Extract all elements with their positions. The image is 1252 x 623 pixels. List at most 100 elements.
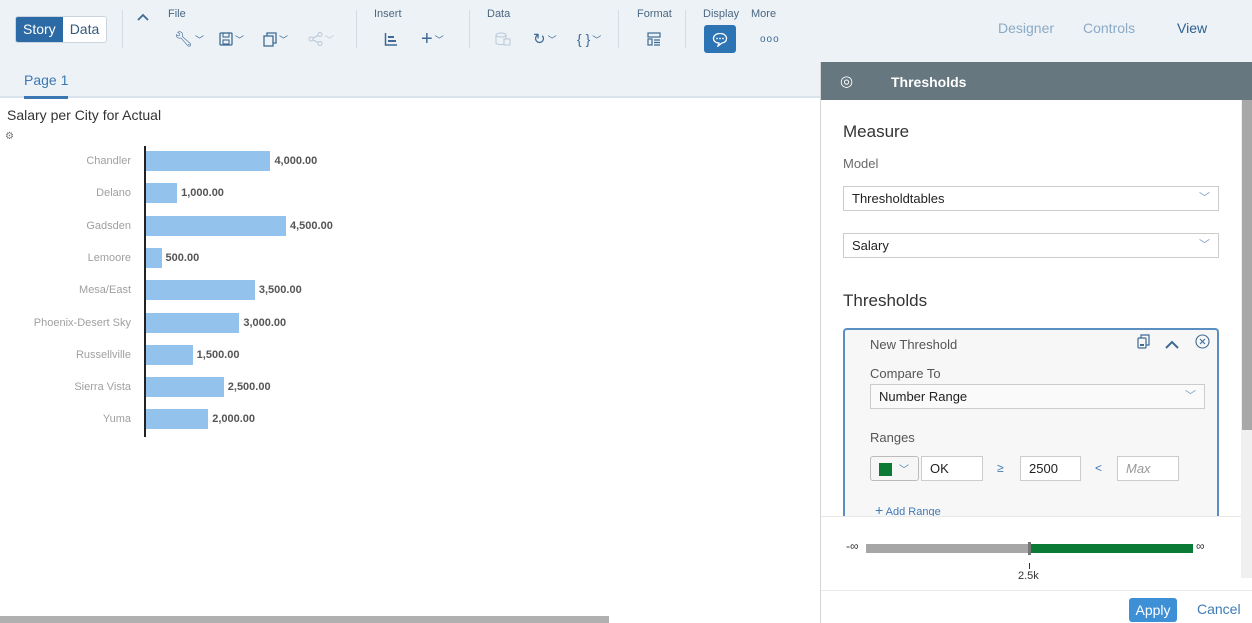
threshold-name: New Threshold bbox=[870, 337, 958, 352]
category-label: Phoenix-Desert Sky bbox=[33, 316, 131, 329]
tools-menu[interactable]: 🔧︎ ﹀ bbox=[174, 28, 204, 50]
collapse-toolbar-icon[interactable] bbox=[137, 6, 149, 28]
styling-button[interactable] bbox=[647, 28, 661, 50]
insert-group-label: Insert bbox=[374, 8, 402, 20]
data-label: 1,000.00 bbox=[181, 187, 224, 200]
data-source-button[interactable] bbox=[495, 28, 511, 50]
range-preview: -∞ ∞ 2.5k bbox=[821, 516, 1241, 592]
range-handle[interactable] bbox=[1028, 542, 1031, 555]
bar[interactable] bbox=[146, 409, 209, 430]
category-label: Gadsden bbox=[86, 219, 131, 232]
range-lower-input[interactable]: 2500 bbox=[1020, 456, 1081, 481]
share-menu[interactable]: ﹀ bbox=[308, 28, 334, 50]
story-data-switch: Story Data bbox=[15, 16, 108, 43]
story-tab[interactable]: Story bbox=[16, 17, 63, 42]
range-name-input[interactable]: OK bbox=[921, 456, 983, 481]
comment-toggle-button[interactable] bbox=[704, 25, 736, 53]
designer-link[interactable]: Designer bbox=[998, 20, 1054, 36]
wrench-icon: 🔧︎ bbox=[174, 31, 194, 48]
bar[interactable] bbox=[146, 215, 286, 236]
bar[interactable] bbox=[146, 183, 178, 204]
data-tab[interactable]: Data bbox=[62, 17, 107, 42]
measure-select[interactable]: Salary ﹀ bbox=[843, 233, 1219, 258]
horizontal-scrollbar[interactable] bbox=[0, 616, 609, 623]
page-tab-1[interactable]: Page 1 bbox=[24, 72, 69, 99]
bar[interactable] bbox=[146, 344, 193, 365]
curly-braces-icon: { } bbox=[577, 31, 591, 47]
chevron-down-icon: ﹀ bbox=[547, 34, 557, 45]
chevron-down-icon: ﹀ bbox=[434, 34, 444, 45]
positive-infinity-label: ∞ bbox=[1196, 539, 1205, 553]
formula-menu[interactable]: { } ﹀ bbox=[577, 28, 601, 50]
greater-equal-operator: ≥ bbox=[997, 461, 1004, 475]
data-label: 500.00 bbox=[165, 251, 200, 264]
data-label: 4,500.00 bbox=[290, 219, 333, 232]
category-label: Mesa/East bbox=[79, 284, 131, 297]
controls-link[interactable]: Controls bbox=[1083, 20, 1135, 36]
range-upper-input[interactable]: Max bbox=[1117, 456, 1179, 481]
collapse-threshold-button[interactable] bbox=[1165, 336, 1179, 353]
thresholds-title: Thresholds bbox=[843, 291, 928, 310]
chevron-down-icon: ﹀ bbox=[1199, 192, 1210, 204]
layout-icon bbox=[647, 32, 661, 46]
panel-header: ◎ Thresholds bbox=[821, 62, 1252, 100]
close-circle-icon bbox=[1195, 334, 1210, 349]
category-label: Chandler bbox=[86, 155, 131, 167]
speech-bubble-icon bbox=[712, 32, 728, 47]
ellipsis-icon: ooo bbox=[760, 33, 780, 45]
divider bbox=[685, 10, 686, 48]
color-swatch bbox=[879, 463, 892, 476]
model-value: Thresholdtables bbox=[852, 191, 945, 206]
compare-to-value: Number Range bbox=[879, 389, 968, 404]
chevron-down-icon: ﹀ bbox=[592, 34, 602, 45]
ranges-label: Ranges bbox=[870, 430, 915, 445]
settings-icon[interactable]: ⚙ bbox=[5, 131, 14, 142]
remove-threshold-button[interactable] bbox=[1195, 334, 1210, 353]
add-menu[interactable]: + ﹀ bbox=[421, 28, 444, 50]
more-button[interactable]: ooo bbox=[760, 28, 780, 50]
category-label: Sierra Vista bbox=[74, 381, 131, 394]
category-label: Delano bbox=[96, 187, 131, 200]
file-group-label: File bbox=[168, 8, 186, 20]
page-tab-bar: Page 1 bbox=[0, 62, 820, 99]
divider bbox=[618, 10, 619, 48]
target-icon: ◎ bbox=[840, 73, 854, 90]
plus-icon: + bbox=[421, 27, 433, 50]
measure-title: Measure bbox=[843, 122, 910, 141]
range-below-segment bbox=[866, 544, 1030, 553]
chart-title: Salary per City for Actual bbox=[7, 107, 162, 123]
refresh-menu[interactable]: ↻ ﹀ bbox=[533, 28, 557, 50]
less-than-operator: < bbox=[1095, 461, 1103, 475]
thresholds-panel: ◎ Thresholds Measure Model Thresholdtabl… bbox=[820, 62, 1252, 623]
divider bbox=[356, 10, 357, 48]
apply-button[interactable]: Apply bbox=[1129, 598, 1177, 622]
bar[interactable] bbox=[146, 247, 162, 268]
bar[interactable] bbox=[146, 151, 271, 171]
copy-menu[interactable]: ﹀ bbox=[263, 28, 288, 50]
range-tick bbox=[1029, 563, 1030, 569]
panel-footer: Apply Cancel bbox=[821, 590, 1252, 623]
measure-value: Salary bbox=[852, 238, 889, 253]
chevron-down-icon: ﹀ bbox=[279, 34, 289, 45]
threshold-card: New Threshold Compare To Number Range ﹀ … bbox=[843, 328, 1219, 518]
divider bbox=[469, 10, 470, 48]
insert-chart-button[interactable] bbox=[384, 28, 398, 50]
bar[interactable] bbox=[146, 312, 240, 333]
model-select[interactable]: Thresholdtables ﹀ bbox=[843, 186, 1219, 211]
bar[interactable] bbox=[146, 280, 255, 301]
compare-to-select[interactable]: Number Range ﹀ bbox=[870, 384, 1205, 409]
duplicate-threshold-button[interactable] bbox=[1137, 334, 1150, 353]
save-menu[interactable]: ﹀ bbox=[219, 28, 244, 50]
vertical-scrollbar[interactable] bbox=[1242, 100, 1252, 430]
view-link[interactable]: View bbox=[1177, 20, 1207, 36]
data-label: 4,000.00 bbox=[274, 155, 318, 167]
range-color-picker[interactable]: ﹀ bbox=[870, 456, 919, 481]
bar[interactable] bbox=[146, 377, 224, 398]
cancel-button[interactable]: Cancel bbox=[1197, 601, 1241, 617]
data-label: 2,000.00 bbox=[212, 413, 256, 426]
data-label: 3,000.00 bbox=[243, 316, 287, 329]
toolbar: Story Data File 🔧︎ ﹀ ﹀ ﹀ ﹀ Insert + ﹀ Data… bbox=[0, 0, 1252, 62]
more-group-label: More bbox=[751, 8, 777, 20]
category-label: Russellville bbox=[75, 348, 131, 361]
chevron-down-icon: ﹀ bbox=[1199, 239, 1210, 251]
